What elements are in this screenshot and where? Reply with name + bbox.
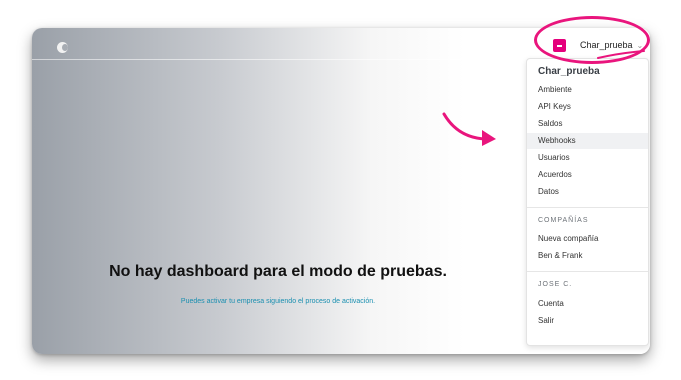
menu-item-ben-frank[interactable]: Ben & Frank: [527, 248, 648, 264]
account-dropdown-menu: Char_prueba Ambiente API Keys Saldos Web…: [526, 58, 649, 346]
menu-item-nueva-compania[interactable]: Nueva compañía: [527, 231, 648, 247]
menu-item-saldos[interactable]: Saldos: [527, 116, 648, 132]
menu-item-ambiente[interactable]: Ambiente: [527, 82, 648, 98]
menu-item-usuarios[interactable]: Usuarios: [527, 150, 648, 166]
annotation-swoosh: [597, 50, 645, 59]
app-logo-icon[interactable]: [57, 42, 68, 53]
annotation-arrow-icon: [442, 112, 496, 146]
activation-message[interactable]: Puedes activar tu empresa siguiendo el p…: [32, 298, 524, 305]
menu-item-salir[interactable]: Salir: [527, 313, 648, 329]
menu-item-cuenta[interactable]: Cuenta: [527, 296, 648, 312]
menu-divider: [527, 271, 648, 272]
menu-item-api-keys[interactable]: API Keys: [527, 99, 648, 115]
dropdown-title: Char_prueba: [538, 66, 600, 77]
menu-item-datos[interactable]: Datos: [527, 184, 648, 200]
companies-section-header: COMPAÑÍAS: [538, 217, 589, 224]
menu-item-webhooks[interactable]: Webhooks: [527, 133, 648, 149]
app-window: Char_prueba ⌄ No hay dashboard para el m…: [32, 28, 650, 354]
page-title: No hay dashboard para el modo de pruebas…: [109, 263, 447, 280]
user-section-header: JOSE C.: [538, 281, 573, 288]
menu-divider: [527, 207, 648, 208]
menu-item-acuerdos[interactable]: Acuerdos: [527, 167, 648, 183]
